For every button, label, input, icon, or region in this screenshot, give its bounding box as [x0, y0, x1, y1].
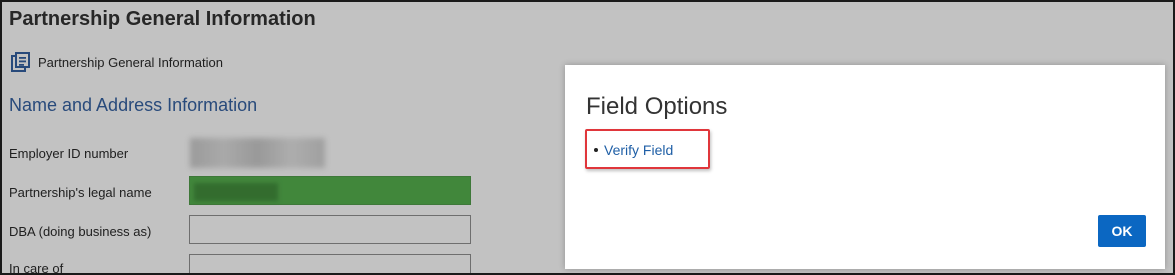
verify-field-link[interactable]: Verify Field	[604, 142, 673, 158]
ok-button[interactable]: OK	[1098, 215, 1146, 247]
list-item: Verify Field	[594, 142, 673, 158]
bullet-icon	[594, 148, 598, 152]
field-options-dialog: Field Options Verify Field OK	[565, 65, 1165, 269]
app-frame: Partnership General Information Partners…	[0, 0, 1175, 275]
dialog-title: Field Options	[586, 93, 728, 120]
